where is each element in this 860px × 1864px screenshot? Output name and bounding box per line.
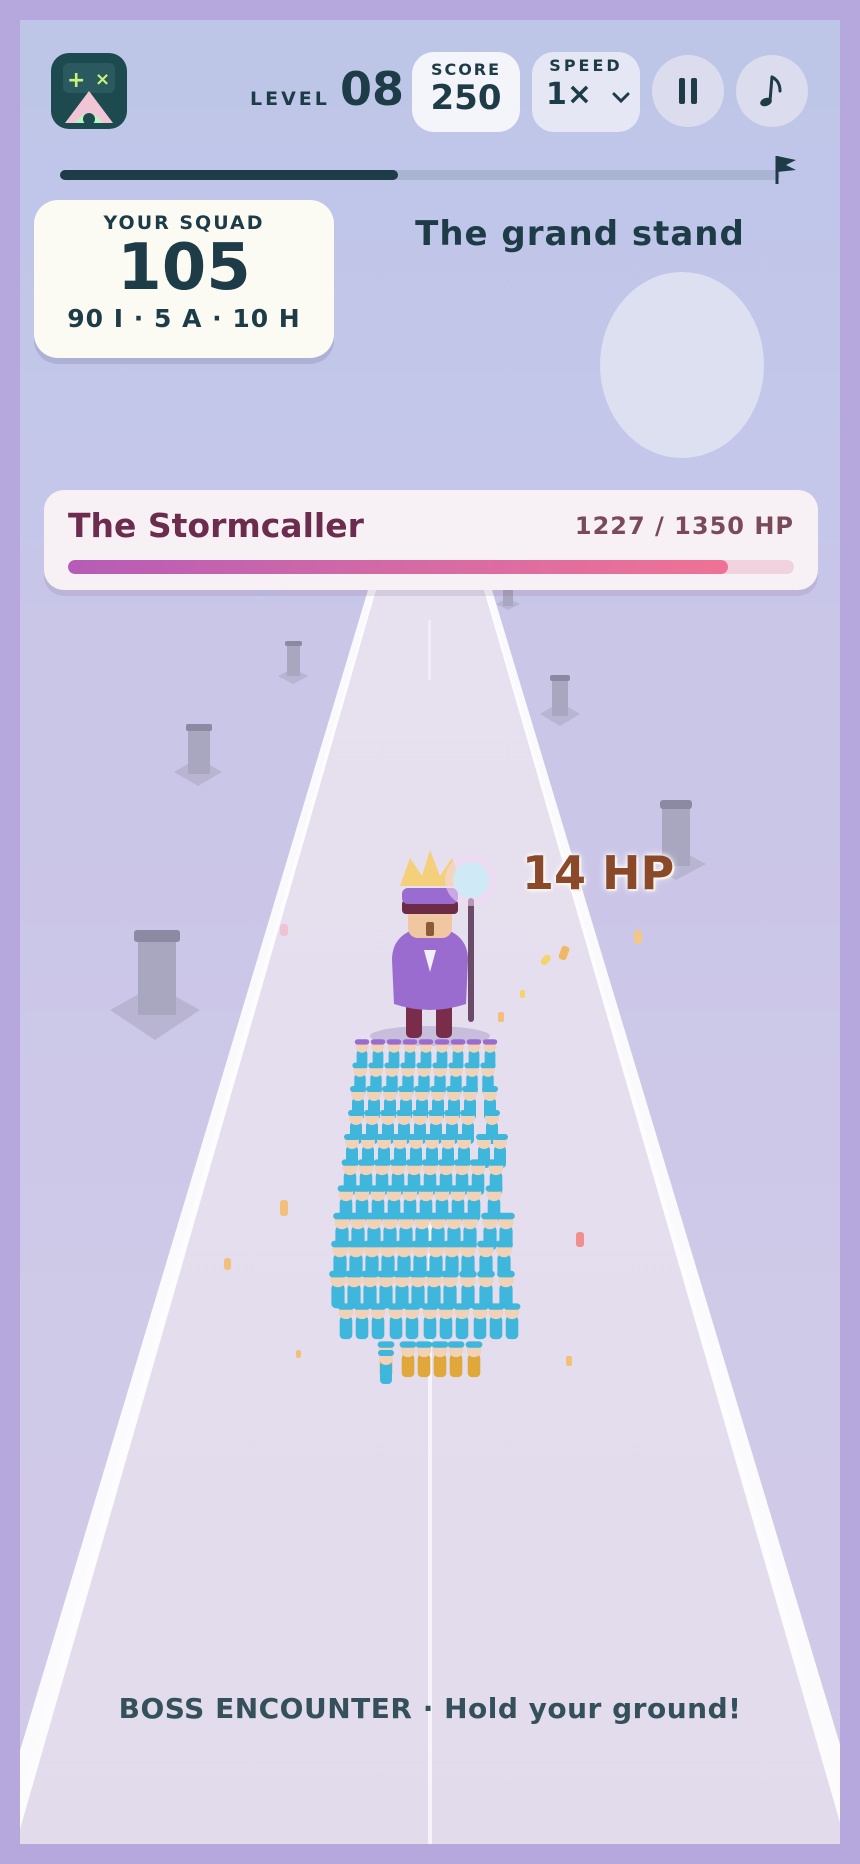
squad-unit: [353, 1303, 371, 1340]
score-label: SCORE: [430, 60, 502, 79]
squad-unit: [345, 1270, 363, 1309]
squad-panel: YOUR SQUAD 105 90 I · 5 A · 10 H: [34, 200, 334, 358]
music-button[interactable]: [736, 55, 808, 127]
squad-unit: [465, 1341, 483, 1378]
squad-unit: [415, 1341, 433, 1378]
squad-unit: [399, 1341, 417, 1378]
squad-unit: [369, 1303, 387, 1340]
squad-unit: [453, 1303, 471, 1340]
svg-text:×: ×: [95, 69, 110, 90]
level-label: LEVEL: [250, 88, 330, 110]
squad-unit: [403, 1303, 421, 1340]
squad-unit: [497, 1270, 515, 1309]
squad-unit: [477, 1270, 495, 1309]
speed-select[interactable]: SPEED 1×: [532, 52, 640, 132]
squad-unit: [361, 1270, 379, 1309]
score-value: 250: [430, 78, 502, 118]
level-progress-bar: [60, 170, 780, 180]
squad-breakdown: 90 I · 5 A · 10 H: [67, 304, 301, 333]
squad-unit: [431, 1341, 449, 1378]
squad-unit: [437, 1303, 455, 1340]
boss-health-fill: [68, 560, 728, 574]
level-value: 08: [340, 62, 405, 116]
pause-button[interactable]: [652, 55, 724, 127]
flag-icon: [775, 156, 796, 184]
music-note-icon: [760, 75, 782, 107]
squad-unit: [329, 1270, 347, 1309]
squad-unit: [393, 1270, 411, 1309]
chevron-down-icon: [612, 92, 630, 104]
boss-hp-text: 1227 / 1350 HP: [574, 512, 794, 540]
squad-unit: [487, 1303, 505, 1340]
squad-count: 105: [117, 231, 251, 305]
score-panel: SCORE 250: [412, 52, 520, 132]
squad-unit: [503, 1303, 521, 1340]
status-message: BOSS ENCOUNTER · Hold your ground!: [118, 1692, 742, 1725]
svg-text:+: +: [67, 68, 85, 93]
boss-name: The Stormcaller: [68, 506, 364, 545]
floating-damage-text: 14 HP: [522, 846, 675, 900]
boss-health-panel: The Stormcaller 1227 / 1350 HP: [44, 490, 818, 590]
squad-unit: [387, 1303, 405, 1340]
squad-unit: [421, 1303, 439, 1340]
stage-title: The grand stand: [415, 214, 745, 254]
squad-unit: [459, 1270, 477, 1309]
squad-unit: [377, 1270, 395, 1309]
speed-label: SPEED: [549, 56, 623, 75]
game-logo-icon[interactable]: + ×: [51, 53, 127, 129]
squad-unit: [425, 1270, 443, 1309]
squad-unit: [337, 1303, 355, 1340]
boss-health-bar: [68, 560, 794, 574]
squad-unit: [447, 1341, 465, 1378]
squad-unit: [409, 1270, 427, 1309]
squad-unit: [471, 1303, 489, 1340]
level-progress-fill: [60, 170, 399, 180]
squad-unit: [441, 1270, 459, 1309]
pause-icon: [679, 78, 697, 104]
squad-unit: [378, 1350, 394, 1384]
squad-crowd: [329, 1039, 521, 1384]
